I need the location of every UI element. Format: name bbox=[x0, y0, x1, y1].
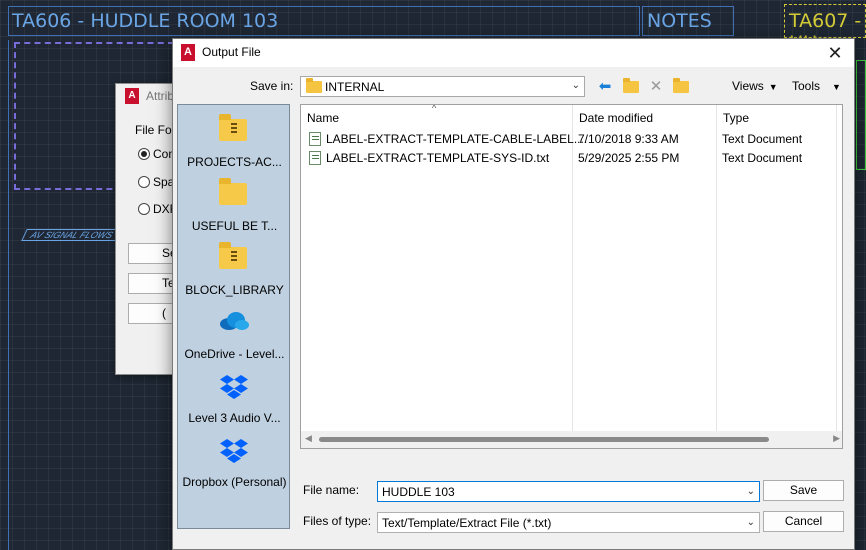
up-folder-icon[interactable] bbox=[621, 77, 641, 97]
save-in-dropdown[interactable]: INTERNAL ⌄ bbox=[300, 76, 585, 97]
scroll-left-icon[interactable]: ◀ bbox=[305, 433, 312, 444]
file-type: Text Document bbox=[722, 132, 803, 146]
radio-icon bbox=[138, 176, 150, 188]
files-of-type-dropdown[interactable]: Text/Template/Extract File (*.txt) ⌄ bbox=[377, 512, 760, 533]
delete-icon[interactable]: ✕ bbox=[646, 77, 666, 97]
file-name: LABEL-EXTRACT-TEMPLATE-CABLE-LABEL.... bbox=[326, 132, 588, 146]
radio-icon bbox=[138, 203, 150, 215]
column-header-name[interactable]: Name bbox=[301, 105, 572, 127]
autocad-icon: A bbox=[125, 88, 139, 104]
scroll-right-icon[interactable]: ▶ bbox=[833, 433, 840, 444]
file-date: 7/10/2018 9:33 AM bbox=[578, 132, 679, 146]
zip-folder-icon bbox=[219, 114, 247, 141]
close-icon[interactable]: ✕ bbox=[824, 42, 846, 64]
dialog-title: Output File bbox=[202, 45, 261, 59]
places-bar: PROJECTS-AC... USEFUL BE T... BLOCK_LIBR… bbox=[177, 104, 290, 529]
radio-comma[interactable]: Con bbox=[138, 147, 175, 161]
attribute-dialog-title: Attrib bbox=[146, 89, 175, 103]
save-in-label: Save in: bbox=[250, 79, 294, 93]
column-header-size[interactable]: S bbox=[837, 105, 842, 127]
save-in-value: INTERNAL bbox=[325, 80, 385, 94]
output-file-dialog: A Output File ✕ Save in: INTERNAL ⌄ ⬅ ✕ … bbox=[172, 38, 855, 550]
files-of-type-value: Text/Template/Extract File (*.txt) bbox=[382, 516, 552, 530]
save-button[interactable]: Save bbox=[763, 480, 844, 501]
place-dropbox[interactable]: Dropbox (Personal) bbox=[178, 431, 291, 495]
cad-green-block bbox=[856, 60, 866, 170]
file-row[interactable]: LABEL-EXTRACT-TEMPLATE-CABLE-LABEL.... 7… bbox=[301, 129, 842, 148]
column-header-date[interactable]: Date modified bbox=[573, 105, 716, 127]
chevron-down-icon: ⌄ bbox=[571, 80, 580, 91]
chevron-down-icon: ⌄ bbox=[746, 517, 755, 528]
cancel-button[interactable]: Cancel bbox=[763, 511, 844, 532]
new-folder-icon[interactable] bbox=[671, 77, 691, 97]
dropdown-arrow-icon: ▼ bbox=[768, 82, 778, 92]
file-type: Text Document bbox=[722, 151, 803, 165]
radio-selected-icon bbox=[138, 148, 150, 160]
dropbox-icon bbox=[220, 439, 248, 463]
dropdown-arrow-icon: ▼ bbox=[832, 82, 841, 92]
file-name-label: File name: bbox=[303, 483, 360, 497]
file-name: LABEL-EXTRACT-TEMPLATE-SYS-ID.txt bbox=[326, 151, 550, 165]
folder-icon bbox=[219, 178, 247, 205]
file-list[interactable]: ^ Name Date modified Type S LABEL-EXTRAC… bbox=[300, 104, 843, 449]
dialog-titlebar[interactable]: A Output File ✕ bbox=[173, 39, 854, 67]
cad-notes-title: NOTES bbox=[647, 10, 712, 32]
file-format-label: File For bbox=[135, 123, 176, 137]
place-projects[interactable]: PROJECTS-AC... bbox=[178, 111, 291, 175]
scrollbar-thumb[interactable] bbox=[319, 437, 769, 442]
radio-space[interactable]: Spa bbox=[138, 175, 174, 189]
back-arrow-icon[interactable]: ⬅ bbox=[595, 77, 615, 97]
cad-room-title: TA606 - HUDDLE ROOM 103 bbox=[12, 10, 279, 32]
text-file-icon bbox=[309, 132, 321, 146]
dropbox-icon bbox=[220, 375, 248, 399]
file-name-input[interactable]: HUDDLE 103 ⌄ bbox=[377, 481, 760, 502]
files-of-type-label: Files of type: bbox=[303, 514, 372, 528]
place-level3[interactable]: Level 3 Audio V... bbox=[178, 367, 291, 431]
horizontal-scrollbar[interactable]: ◀ ▶ bbox=[301, 431, 842, 448]
folder-icon bbox=[306, 78, 322, 93]
zip-folder-icon bbox=[219, 242, 247, 269]
views-menu[interactable]: Views ▼ bbox=[732, 79, 778, 93]
place-block-library[interactable]: BLOCK_LIBRARY bbox=[178, 239, 291, 303]
column-header-type[interactable]: Type bbox=[717, 105, 836, 127]
tools-menu[interactable]: Tools ▼ bbox=[792, 79, 841, 93]
chevron-down-icon[interactable]: ⌄ bbox=[747, 486, 755, 497]
onedrive-icon bbox=[220, 312, 249, 330]
cad-border-line bbox=[8, 40, 9, 550]
file-name-value: HUDDLE 103 bbox=[382, 485, 455, 499]
file-date: 5/29/2025 2:55 PM bbox=[578, 151, 680, 165]
autocad-icon: A bbox=[181, 44, 195, 61]
cad-signal-flows-label: AV SIGNAL FLOWS bbox=[21, 229, 127, 241]
text-file-icon bbox=[309, 151, 321, 165]
place-useful[interactable]: USEFUL BE T... bbox=[178, 175, 291, 239]
place-onedrive[interactable]: OneDrive - Level... bbox=[178, 303, 291, 367]
file-row[interactable]: LABEL-EXTRACT-TEMPLATE-SYS-ID.txt 5/29/2… bbox=[301, 148, 842, 167]
